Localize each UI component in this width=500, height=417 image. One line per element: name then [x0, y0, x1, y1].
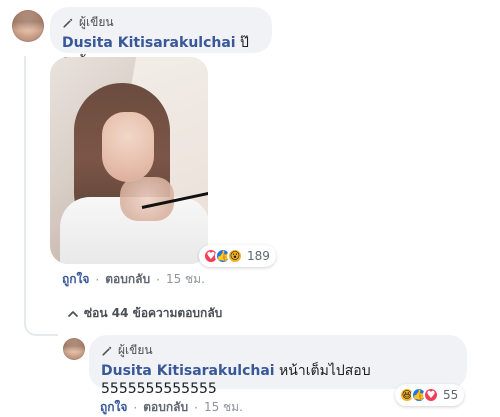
wow-reaction-icon: 😮	[227, 248, 243, 264]
reply-timestamp[interactable]: 15 ชม.	[204, 398, 243, 417]
photo-face	[102, 112, 154, 182]
author-badge-label: ผู้เขียน	[79, 15, 114, 29]
reply-reactions[interactable]: 😆 👍 ♥ 55	[395, 384, 465, 406]
reaction-count: 189	[247, 249, 270, 263]
comment-timestamp[interactable]: 15 ชม.	[166, 270, 205, 289]
thread-connector-line	[24, 56, 26, 316]
pencil-icon	[63, 18, 73, 27]
separator-dot: ·	[133, 400, 138, 415]
photo-hand	[120, 177, 174, 221]
hide-replies-label: ซ่อน 44 ข้อความตอบกลับ	[84, 306, 223, 320]
avatar-image	[63, 338, 85, 353]
commenter-avatar[interactable]	[12, 10, 44, 42]
reply-text-line2: 5555555555555	[101, 381, 217, 397]
author-badge-label: ผู้เขียน	[118, 343, 153, 357]
thread-connector-elbow	[24, 312, 58, 336]
reaction-icons: 😆 👍 ♥	[399, 387, 439, 403]
separator-dot: ·	[156, 272, 160, 287]
reply-actions: ถูกใจ · ตอบกลับ · 15 ชม.	[100, 398, 243, 417]
chevron-up-icon	[68, 310, 78, 317]
hide-replies-link[interactable]: ซ่อน 44 ข้อความตอบกลับ	[68, 304, 222, 323]
author-badge: ผู้เขียน	[62, 13, 260, 32]
pencil-icon	[102, 346, 112, 355]
reply-content: Dusita Kitisarakulchai หน้าเต็มไปสอบ	[101, 362, 455, 380]
comment-reactions[interactable]: ♥ 👍 😮 189	[199, 245, 276, 267]
comment-photo[interactable]	[50, 57, 208, 264]
author-badge: ผู้เขียน	[101, 341, 455, 360]
separator-dot: ·	[194, 400, 198, 415]
like-action[interactable]: ถูกใจ	[62, 270, 89, 289]
separator-dot: ·	[95, 272, 100, 287]
love-reaction-icon: ♥	[423, 387, 439, 403]
reaction-icons: ♥ 👍 😮	[203, 248, 243, 264]
reply-text: หน้าเต็มไปสอบ	[279, 363, 371, 379]
reply-action[interactable]: ตอบกลับ	[105, 270, 150, 289]
avatar-image	[12, 10, 44, 31]
comment-author-link[interactable]: Dusita Kitisarakulchai	[62, 35, 236, 51]
reply-bubble: ผู้เขียน Dusita Kitisarakulchai หน้าเต็ม…	[89, 335, 467, 397]
like-action[interactable]: ถูกใจ	[100, 398, 127, 417]
reply-avatar[interactable]	[63, 338, 85, 360]
comment-bubble: ผู้เขียน Dusita Kitisarakulchai ป๊วะยัง	[50, 7, 272, 69]
reply-action[interactable]: ตอบกลับ	[143, 398, 188, 417]
reaction-count: 55	[443, 388, 459, 402]
comment-actions: ถูกใจ · ตอบกลับ · 15 ชม.	[62, 270, 205, 289]
reply-author-link[interactable]: Dusita Kitisarakulchai	[101, 363, 275, 379]
